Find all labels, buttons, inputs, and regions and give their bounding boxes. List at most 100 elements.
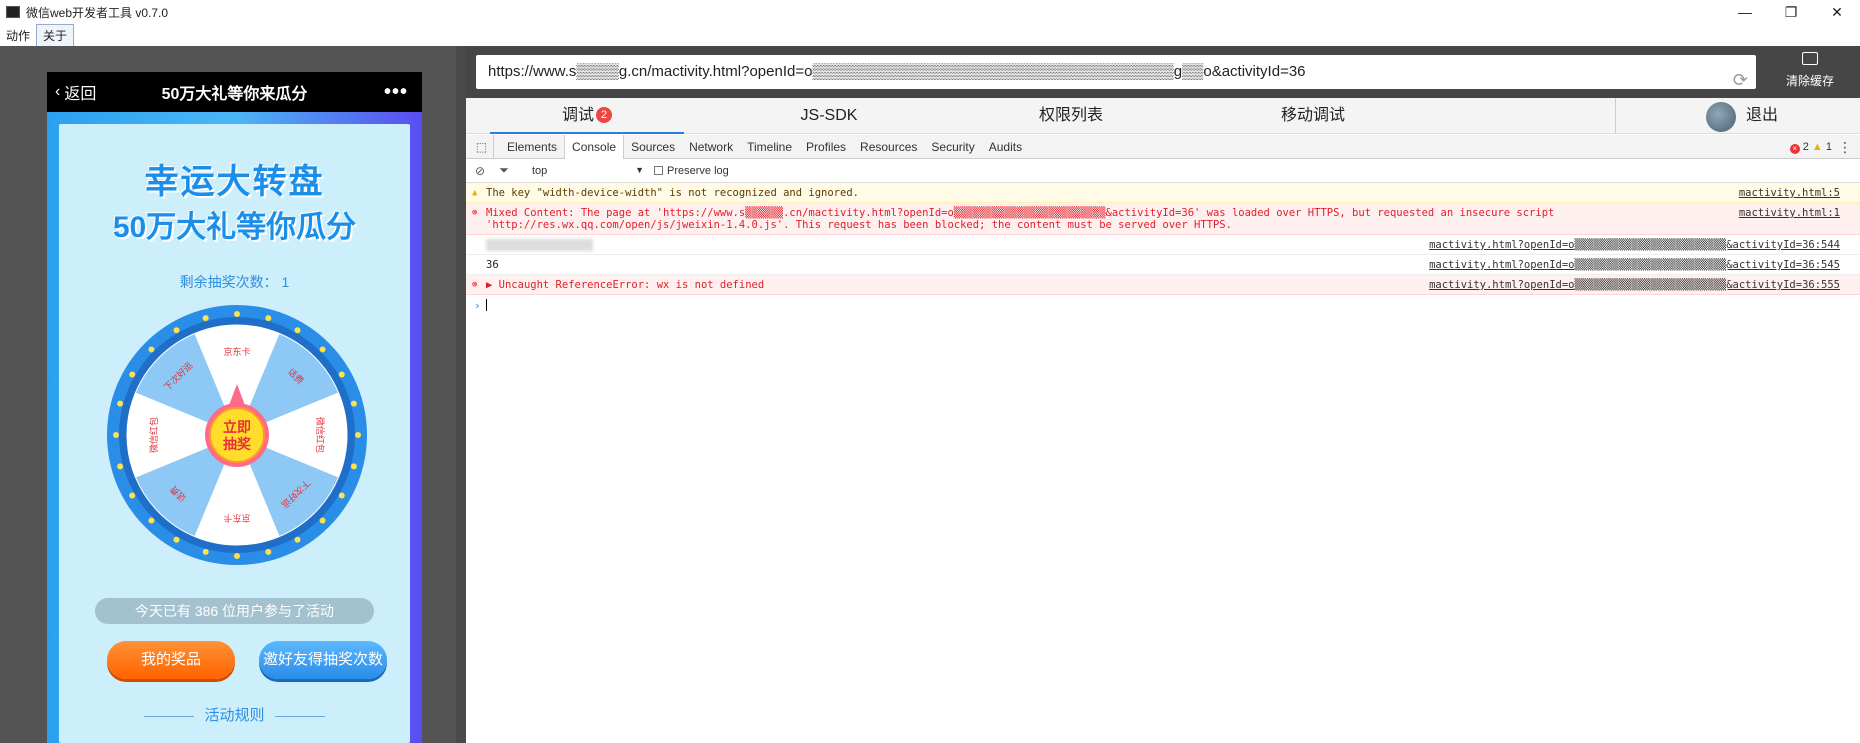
clear-console-icon[interactable]: ⊘ (470, 164, 490, 178)
wheel-light-dot (173, 327, 180, 334)
devtools-tab-network[interactable]: Network (682, 135, 740, 159)
cache-icon (1802, 52, 1818, 65)
tab-debug[interactable]: 调试 2 (490, 98, 684, 134)
window-title: 微信web开发者工具 v0.7.0 (26, 5, 169, 20)
wheel-light-dot (117, 463, 124, 470)
lottery-card: 幸运大转盘 50万大礼等你瓜分 剩余抽奖次数： 1 京东卡 话费 微信红包 下次好运京… (59, 124, 410, 743)
console-input[interactable]: › (466, 295, 1860, 312)
warning-icon: ▲ (1811, 141, 1823, 153)
tab-jssdk[interactable]: JS-SDK (732, 98, 926, 134)
lottery-page: 幸运大转盘 50万大礼等你瓜分 剩余抽奖次数： 1 京东卡 话费 微信红包 下次好运京… (47, 112, 422, 743)
wheel-light-dot (338, 371, 345, 378)
console-error-row: ⊗ ▶ Uncaught ReferenceError: wx is not d… (466, 275, 1860, 295)
simulator-panel: ‹ 返回 50万大礼等你来瓜分 ••• 幸运大转盘 50万大礼等你瓜分 剩余抽奖… (0, 46, 466, 743)
devtools-tab-security[interactable]: Security (924, 135, 981, 159)
logout-button[interactable]: 退出 (1746, 98, 1778, 134)
wheel-prize-label: 京东卡 (223, 346, 250, 358)
context-select[interactable]: top ▼ (514, 165, 644, 177)
phone-navbar: ‹ 返回 50万大礼等你来瓜分 ••• (47, 72, 422, 112)
log-source-link[interactable]: mactivity.html?openId=o▒▒▒▒▒▒▒▒▒▒▒▒▒▒▒▒▒… (1429, 239, 1840, 251)
wheel-light-dot (202, 548, 209, 555)
back-button[interactable]: ‹ 返回 (55, 80, 96, 104)
text-caret (485, 299, 487, 311)
kebab-menu-icon[interactable]: ⋮ (1838, 135, 1852, 159)
clear-cache-button[interactable]: 清除缓存 (1760, 46, 1860, 98)
wheel-light-dot (148, 346, 155, 353)
url-input[interactable]: https://www.s▒▒▒▒g.cn/mactivity.html?ope… (476, 55, 1756, 90)
draw-now-line1[interactable]: 立即 (223, 419, 251, 436)
console-filter-bar: ⊘ ⏷ top ▼ Preserve log (466, 159, 1860, 183)
chevron-left-icon: ‹ (55, 83, 61, 100)
devtools-tab-resources[interactable]: Resources (853, 135, 924, 159)
draw-now-line2[interactable]: 抽奖 (223, 436, 252, 453)
wheel-light-dot (129, 492, 136, 499)
wheel-light-dot (338, 492, 345, 499)
devtools-tab-timeline[interactable]: Timeline (740, 135, 799, 159)
wheel-light-dot (319, 517, 326, 524)
title-bar: 微信web开发者工具 v0.7.0 — ❐ ✕ (0, 0, 1860, 24)
address-bar: https://www.s▒▒▒▒g.cn/mactivity.html?ope… (466, 46, 1860, 98)
headline-lucky-wheel: 幸运大转盘 (144, 163, 325, 201)
tab-mobile-debug[interactable]: 移动调试 (1216, 98, 1410, 134)
filter-icon[interactable]: ⏷ (494, 163, 514, 178)
preserve-log-label: Preserve log (667, 164, 729, 177)
inspect-element-icon[interactable]: ⬚ (470, 134, 494, 159)
console-warning-row: ▲ The key "width-device-width" is not re… (466, 183, 1860, 203)
minimize-button[interactable]: — (1722, 0, 1768, 24)
phone-screen: ‹ 返回 50万大礼等你来瓜分 ••• 幸运大转盘 50万大礼等你瓜分 剩余抽奖… (47, 72, 422, 743)
wheel-light-dot (173, 536, 180, 543)
participant-count: 今天已有 386 位用户参与了活动 (95, 598, 374, 624)
wheel-light-dot (113, 432, 119, 438)
dropdown-arrow-icon: ▼ (635, 164, 644, 175)
log-source-link[interactable]: mactivity.html?openId=o▒▒▒▒▒▒▒▒▒▒▒▒▒▒▒▒▒… (1429, 259, 1840, 271)
refresh-icon[interactable]: ⟳ (1733, 63, 1748, 97)
more-menu-icon[interactable]: ••• (384, 81, 408, 104)
url-text: https://www.s▒▒▒▒g.cn/mactivity.html?ope… (488, 63, 1306, 80)
mixed-content-source-link[interactable]: mactivity.html:1 (1739, 207, 1840, 219)
invite-friends-button[interactable]: 邀好友得抽奖次数 (259, 641, 387, 679)
devtools-tab-elements[interactable]: Elements (500, 135, 564, 159)
mixed-content-line2: 'http://res.wx.qq.com/open/js/jweixin-1.… (486, 219, 1232, 231)
my-prizes-button[interactable]: 我的奖品 (107, 641, 235, 679)
wheel-graphic: 京东卡话费微信红包下次好运京东卡话费微信红包下次好运 立即 抽奖 (107, 305, 367, 565)
devtools-panel: https://www.s▒▒▒▒g.cn/mactivity.html?ope… (466, 46, 1860, 743)
devtools-tab-console[interactable]: Console (564, 134, 625, 159)
maximize-button[interactable]: ❐ (1768, 0, 1814, 24)
console-output: ▲ The key "width-device-width" is not re… (466, 183, 1860, 312)
devtools-tab-profiles[interactable]: Profiles (799, 135, 853, 159)
wheel-light-dot (129, 371, 136, 378)
wheel-prize-label: 微信红包 (148, 417, 160, 453)
devtools-tab-sources[interactable]: Sources (624, 135, 682, 159)
issue-counts[interactable]: × 2 ▲ 1 (1789, 135, 1832, 159)
wheel-light-dot (350, 463, 357, 470)
error-source-link[interactable]: mactivity.html?openId=o▒▒▒▒▒▒▒▒▒▒▒▒▒▒▒▒▒… (1429, 279, 1840, 291)
wheel-prize-label: 京东卡 (223, 512, 250, 524)
wheel-light-dot (265, 548, 272, 555)
prize-wheel[interactable]: 京东卡 话费 微信红包 下次好运 京东卡 话费 微信红包 下次好运 立即 抽奖 (106, 304, 368, 566)
tab-permissions[interactable]: 权限列表 (974, 98, 1168, 134)
app-icon (6, 6, 20, 18)
close-button[interactable]: ✕ (1814, 0, 1860, 24)
wheel-light-dot (117, 400, 124, 407)
menu-about[interactable]: 关于 (36, 23, 75, 47)
error-icon: ⊗ (472, 208, 478, 218)
headline-prize: 50万大礼等你瓜分 (112, 211, 357, 244)
wheel-light-dot (294, 327, 301, 334)
preserve-log-checkbox[interactable] (654, 166, 663, 175)
devtools-toolbar: ⬚ Elements Console Sources Network Timeline P… (466, 134, 1860, 159)
error-icon: × (1789, 144, 1800, 154)
warning-count: 1 (1825, 141, 1832, 153)
menu-action[interactable]: 动作 (0, 25, 36, 46)
devtools-tab-audits[interactable]: Audits (982, 135, 1029, 159)
console-log-row: 36 mactivity.html?openId=o▒▒▒▒▒▒▒▒▒▒▒▒▒▒… (466, 255, 1860, 275)
error-count: 2 (1802, 141, 1809, 153)
warning-source-link[interactable]: mactivity.html:5 (1739, 187, 1840, 199)
menu-bar: 动作 关于 (0, 23, 1860, 47)
rules-link[interactable]: 活动规则 (59, 704, 410, 725)
wheel-light-dot (319, 346, 326, 353)
simulator-scrollbar[interactable] (456, 46, 466, 743)
context-value: top (532, 164, 548, 177)
wheel-prize-label: 微信红包 (314, 417, 326, 453)
phone-page-title: 50万大礼等你来瓜分 (161, 86, 308, 103)
warning-message: The key "width-device-width" is not reco… (486, 187, 859, 199)
